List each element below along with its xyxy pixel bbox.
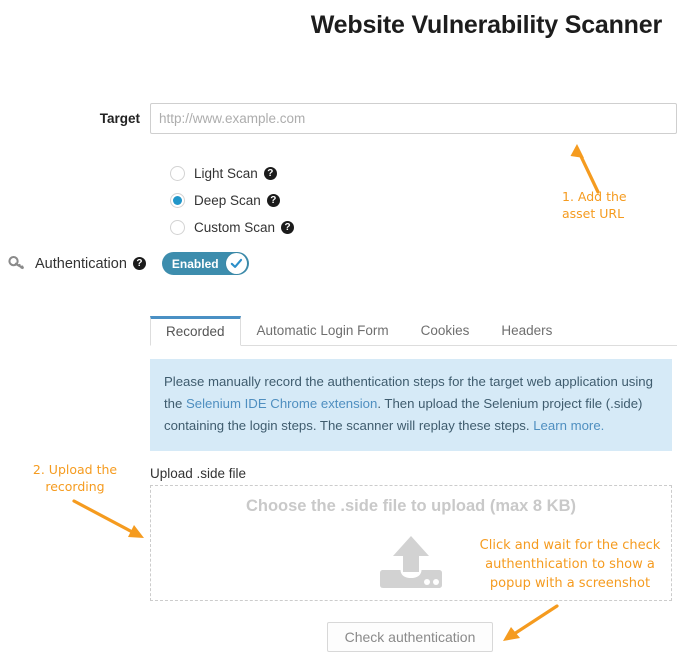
authentication-label: Authentication (35, 255, 127, 272)
check-icon (230, 258, 242, 268)
scan-option-deep[interactable]: Deep Scan ? (170, 187, 294, 214)
scan-option-light-label: Light Scan (194, 166, 258, 181)
scan-option-custom[interactable]: Custom Scan ? (170, 214, 295, 241)
annotation-step-2-line2: recording (45, 479, 105, 494)
key-icon (8, 255, 24, 270)
upload-cloud-icon (380, 536, 442, 588)
help-icon-deep-scan[interactable]: ? (266, 194, 280, 207)
help-icon-custom-scan[interactable]: ? (281, 221, 295, 234)
radio-deep-scan[interactable] (170, 193, 185, 208)
authentication-row: Authentication ? Enabled (8, 252, 249, 275)
radio-light-scan[interactable] (170, 166, 185, 181)
target-label: Target (99, 111, 140, 126)
annotation-step-2: 2. Upload the recording (10, 461, 140, 495)
authentication-toggle-label: Enabled (171, 256, 219, 271)
annotation-step-1-line1: 1. Add the (562, 189, 627, 204)
annotation-step-3: Click and wait for the check authenthica… (470, 536, 670, 593)
annotation-step-3-line3: popup with a screenshot (489, 576, 651, 591)
tab-recorded[interactable]: Recorded (150, 316, 241, 346)
scan-option-light[interactable]: Light Scan ? (170, 160, 294, 187)
info-box: Please manually record the authenticatio… (150, 359, 672, 451)
tab-automatic-login-form[interactable]: Automatic Login Form (241, 315, 405, 345)
page-title: Website Vulnerability Scanner (310, 11, 662, 39)
scan-option-custom-label: Custom Scan (194, 220, 276, 235)
radio-custom-scan[interactable] (170, 220, 185, 235)
annotation-arrow-1 (570, 144, 600, 194)
check-authentication-button[interactable]: Check authentication (327, 622, 493, 652)
scan-type-radio-group: Light Scan ? Deep Scan ? Custom Scan ? (170, 160, 295, 241)
annotation-step-3-line2: authenthication to show a (485, 557, 655, 572)
annotation-step-2-line1: 2. Upload the (32, 462, 118, 477)
target-input[interactable] (150, 103, 677, 134)
learn-more-link[interactable]: Learn more. (533, 418, 604, 433)
annotation-step-1-line2: asset URL (562, 206, 625, 221)
tab-cookies[interactable]: Cookies (405, 315, 486, 345)
selenium-ide-link[interactable]: Selenium IDE Chrome extension (186, 396, 377, 411)
help-icon-authentication[interactable]: ? (132, 257, 146, 270)
dropzone-instruction: Choose the .side file to upload (max 8 K… (245, 497, 577, 515)
annotation-step-3-line1: Click and wait for the check (479, 538, 661, 553)
annotation-step-1: 1. Add the asset URL (562, 188, 677, 222)
authentication-toggle[interactable]: Enabled (161, 252, 249, 275)
auth-method-tabs: Recorded Automatic Login Form Cookies He… (150, 316, 677, 346)
annotation-arrow-3 (503, 604, 559, 641)
upload-field-label: Upload .side file (150, 466, 247, 481)
annotation-arrow-2 (72, 499, 144, 538)
scan-option-deep-label: Deep Scan (194, 193, 261, 208)
tab-headers[interactable]: Headers (485, 315, 568, 345)
scanner-form-page: Website Vulnerability Scanner Target Lig… (0, 0, 688, 657)
toggle-knob (225, 253, 247, 274)
help-icon-light-scan[interactable]: ? (263, 167, 277, 180)
